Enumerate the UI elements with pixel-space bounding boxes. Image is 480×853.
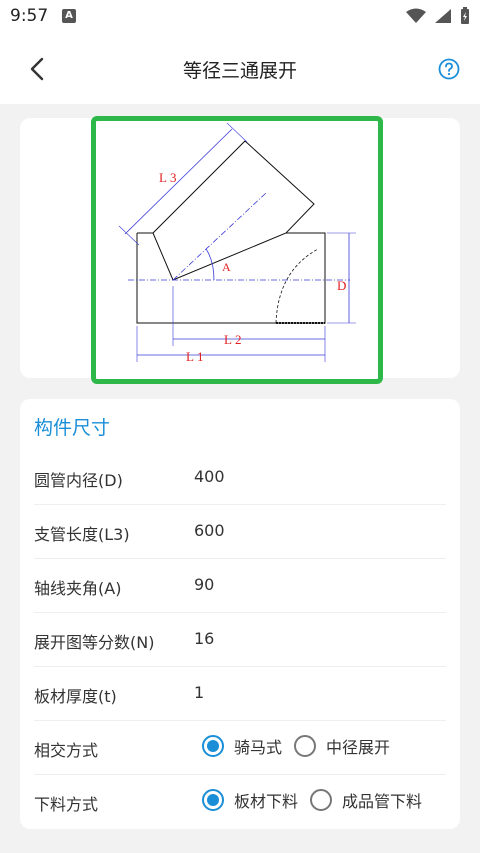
field-intersect-method: 相交方式 骑马式 中径展开 xyxy=(34,722,446,775)
status-bar: 9:57 A xyxy=(0,0,480,32)
diameter-input[interactable]: 400 xyxy=(194,467,225,486)
radio-saddle[interactable]: 骑马式 xyxy=(202,734,282,758)
dim-label-l3: L3 xyxy=(159,170,179,185)
tee-diagram: L3 A D L2 L1 xyxy=(91,116,383,384)
radio-label: 成品管下料 xyxy=(342,792,423,811)
field-label: 下料方式 xyxy=(34,795,99,814)
field-diameter[interactable]: 圆管内径(D) 400 xyxy=(34,452,446,505)
radio-label: 板材下料 xyxy=(234,792,299,811)
radio-unchecked-icon xyxy=(294,735,317,757)
tee-drawing: L3 A D L2 L1 xyxy=(118,122,356,364)
diagram-card: L3 A D L2 L1 xyxy=(20,116,460,384)
radio-checked-icon xyxy=(202,789,224,811)
dim-label-a: A xyxy=(222,260,231,274)
field-cutting-method: 下料方式 板材下料 成品管下料 xyxy=(34,776,446,829)
axis-angle-input[interactable]: 90 xyxy=(194,575,214,594)
field-divisions[interactable]: 展开图等分数(N) 16 xyxy=(34,614,446,667)
divisions-input[interactable]: 16 xyxy=(194,629,214,648)
field-label: 展开图等分数(N) xyxy=(34,633,155,652)
toolbar: 等径三通展开 xyxy=(0,32,480,104)
status-time: 9:57 xyxy=(10,6,49,26)
wifi-icon xyxy=(406,8,426,23)
radio-mid-diameter[interactable]: 中径展开 xyxy=(294,734,390,758)
dim-label-d: D xyxy=(337,278,346,293)
thickness-input[interactable]: 1 xyxy=(194,683,204,702)
section-title: 构件尺寸 xyxy=(34,417,111,439)
cutting-radio-group: 板材下料 成品管下料 xyxy=(202,788,434,812)
help-button[interactable] xyxy=(438,58,460,80)
dim-label-l2: L2 xyxy=(224,332,244,347)
field-branch-length[interactable]: 支管长度(L3) 600 xyxy=(34,506,446,559)
branch-length-input[interactable]: 600 xyxy=(194,521,225,540)
radio-label: 骑马式 xyxy=(234,738,283,757)
status-icons xyxy=(406,6,470,26)
radio-label: 中径展开 xyxy=(326,738,391,757)
radio-unchecked-icon xyxy=(310,789,333,811)
field-label: 板材厚度(t) xyxy=(34,687,117,706)
field-label: 相交方式 xyxy=(34,741,99,760)
notification-icon: A xyxy=(62,9,76,23)
dimensions-card: 构件尺寸 圆管内径(D) 400 支管长度(L3) 600 轴线夹角(A) 90… xyxy=(20,399,460,829)
intersect-radio-group: 骑马式 中径展开 xyxy=(202,734,402,758)
signal-icon xyxy=(435,9,451,23)
dim-label-l1: L1 xyxy=(186,349,206,364)
field-thickness[interactable]: 板材厚度(t) 1 xyxy=(34,668,446,721)
radio-finished-pipe[interactable]: 成品管下料 xyxy=(310,788,422,812)
field-label: 支管长度(L3) xyxy=(34,525,130,544)
field-label: 圆管内径(D) xyxy=(34,471,123,490)
radio-checked-icon xyxy=(202,735,224,757)
field-label: 轴线夹角(A) xyxy=(34,579,122,598)
battery-icon xyxy=(461,7,469,24)
field-axis-angle[interactable]: 轴线夹角(A) 90 xyxy=(34,560,446,613)
page-title: 等径三通展开 xyxy=(182,60,297,82)
radio-sheet[interactable]: 板材下料 xyxy=(202,788,298,812)
